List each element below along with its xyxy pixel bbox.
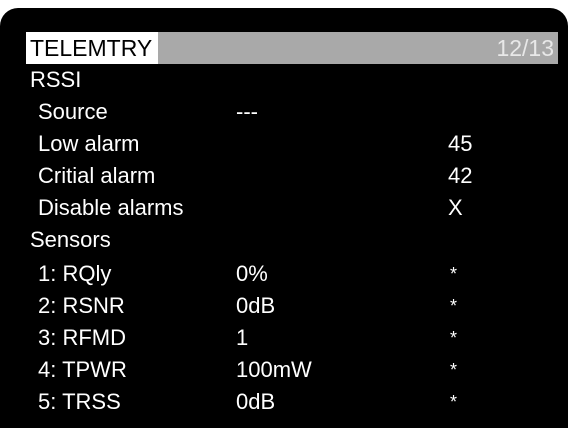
sensor-label: 5: TRSS bbox=[38, 389, 121, 414]
disable-alarms-checkbox[interactable]: X bbox=[448, 192, 463, 224]
section-label-rssi: RSSI bbox=[30, 67, 82, 92]
sensor-flag[interactable]: * bbox=[450, 354, 457, 386]
source-value[interactable]: --- bbox=[236, 96, 258, 128]
sensor-flag[interactable]: * bbox=[450, 258, 457, 290]
disable-alarms-row[interactable]: Disable alarms X bbox=[0, 192, 568, 224]
section-label-sensors: Sensors bbox=[30, 227, 111, 252]
title-bar: TELEMTRY 12/13 bbox=[26, 32, 558, 64]
disable-alarms-label: Disable alarms bbox=[38, 195, 184, 220]
telemetry-screen: TELEMTRY 12/13 RSSI Source --- Low alarm… bbox=[0, 8, 568, 428]
sensor-label: 3: RFMD bbox=[38, 325, 126, 350]
sensor-row[interactable]: 5: TRSS 0dB * bbox=[0, 386, 568, 418]
rssi-section-header: RSSI bbox=[0, 64, 568, 96]
low-alarm-value[interactable]: 45 bbox=[448, 128, 472, 160]
sensor-value: 1 bbox=[236, 325, 249, 350]
source-label: Source bbox=[38, 99, 108, 124]
critical-alarm-label: Critial alarm bbox=[38, 163, 156, 188]
low-alarm-label: Low alarm bbox=[38, 131, 140, 156]
sensors-section-header: Sensors bbox=[0, 224, 568, 256]
critical-alarm-row[interactable]: Critial alarm 42 bbox=[0, 160, 568, 192]
sensor-value: 0dB bbox=[236, 293, 276, 318]
sensor-value: 100mW bbox=[236, 357, 312, 382]
sensor-row[interactable]: 2: RSNR 0dB * bbox=[0, 290, 568, 322]
sensor-flag[interactable]: * bbox=[450, 290, 457, 322]
sensor-label: 4: TPWR bbox=[38, 357, 127, 382]
sensor-row[interactable]: 4: TPWR 100mW * bbox=[0, 354, 568, 386]
sensor-value: 0dB bbox=[236, 389, 276, 414]
rssi-source-row[interactable]: Source --- bbox=[0, 96, 568, 128]
sensor-label: 2: RSNR bbox=[38, 293, 125, 318]
sensor-flag[interactable]: * bbox=[450, 322, 457, 354]
sensor-row[interactable]: 3: RFMD 1 * bbox=[0, 322, 568, 354]
sensor-row[interactable]: 1: RQly 0% * bbox=[0, 258, 568, 290]
critical-alarm-value[interactable]: 42 bbox=[448, 160, 472, 192]
page-title: TELEMTRY bbox=[26, 32, 159, 64]
sensor-flag[interactable]: * bbox=[450, 386, 457, 418]
low-alarm-row[interactable]: Low alarm 45 bbox=[0, 128, 568, 160]
sensor-value: 0% bbox=[236, 261, 268, 286]
sensor-label: 1: RQly bbox=[38, 261, 112, 286]
page-indicator: 12/13 bbox=[496, 35, 554, 61]
